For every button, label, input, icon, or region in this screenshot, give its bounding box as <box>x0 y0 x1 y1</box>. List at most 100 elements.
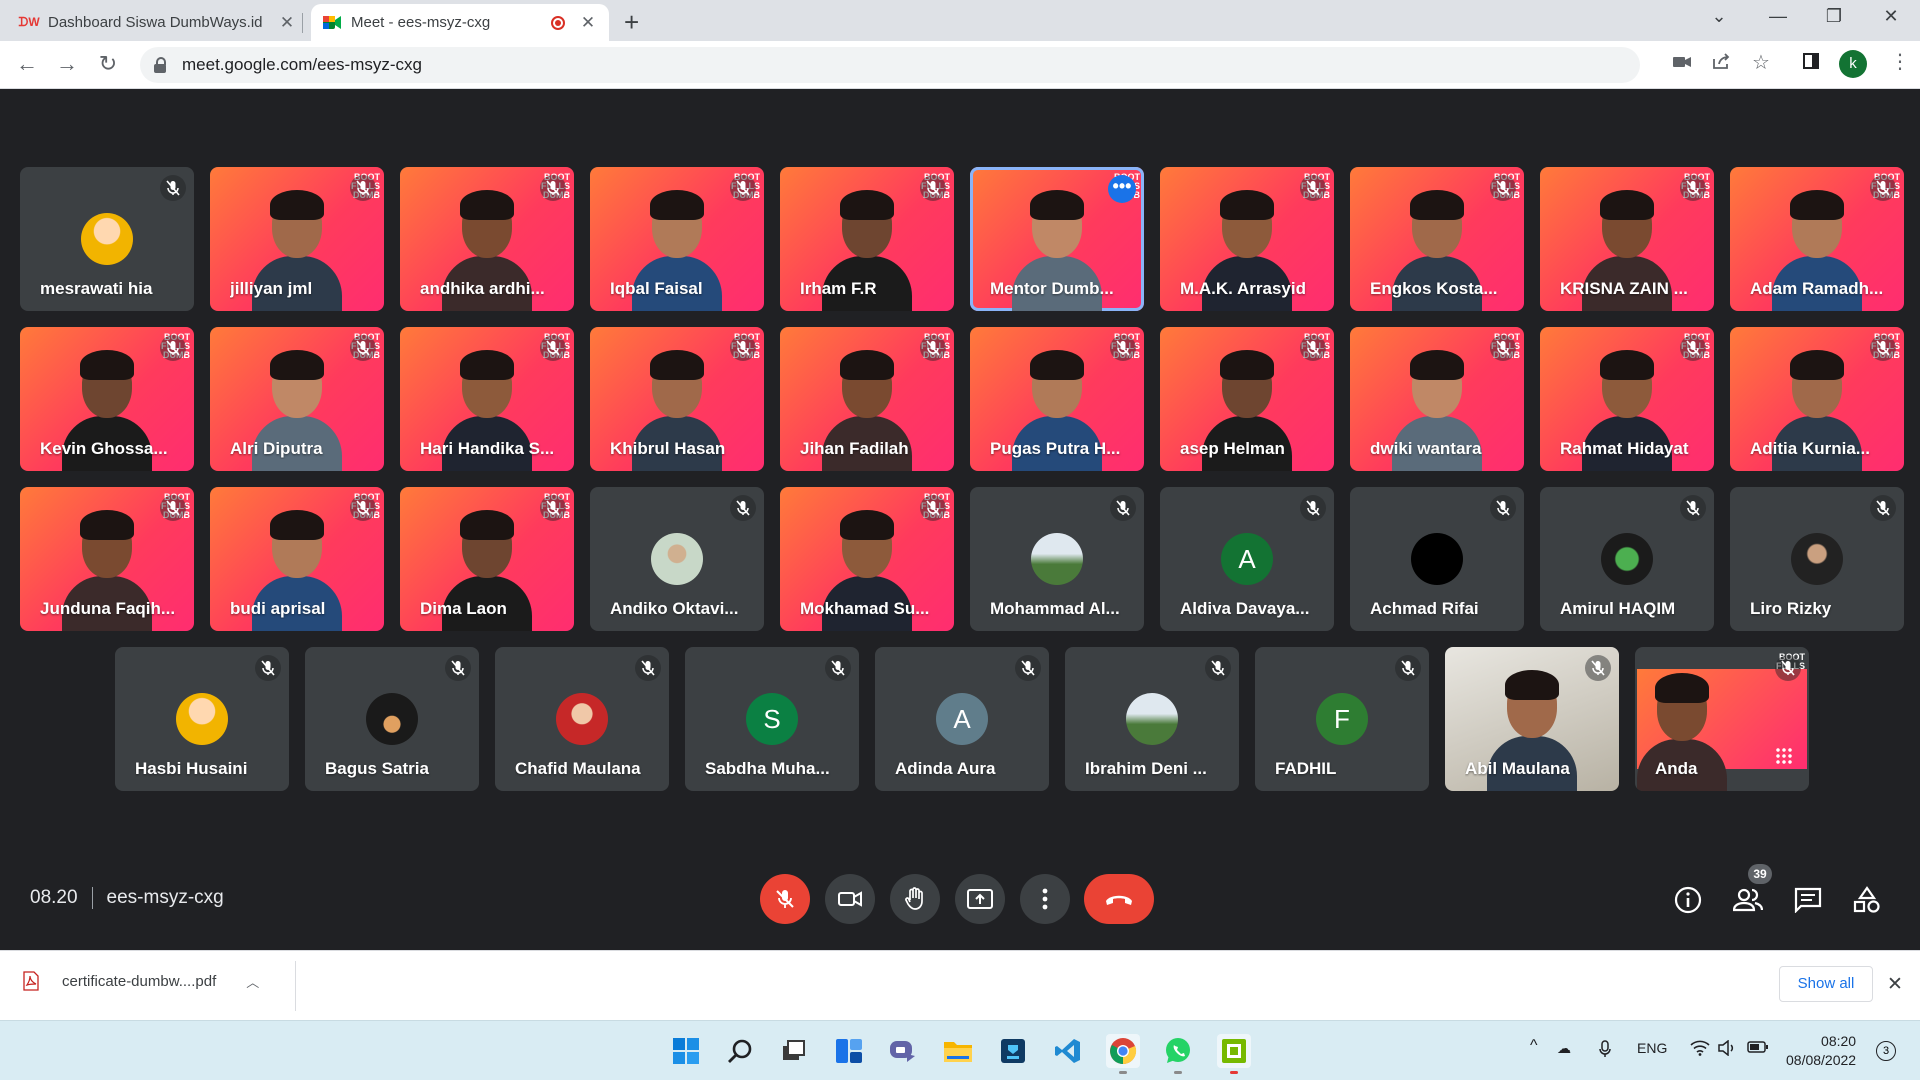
participant-tile[interactable]: BOOTFULLSDUMBandhika ardhi... <box>400 167 574 311</box>
tab-search-icon[interactable]: ⌄ <box>1699 6 1739 27</box>
more-options-button[interactable] <box>1020 874 1070 924</box>
more-options-icon[interactable]: ••• <box>1108 175 1136 203</box>
language-indicator[interactable]: ENG <box>1637 1040 1667 1056</box>
window-close-button[interactable]: ✕ <box>1871 6 1911 27</box>
maximize-button[interactable]: ❐ <box>1814 6 1854 27</box>
chrome-icon[interactable] <box>1106 1034 1140 1074</box>
participant-tile[interactable]: BOOTFULLSDUMB•••Mentor Dumb... <box>970 167 1144 311</box>
vscode-icon[interactable] <box>1051 1034 1085 1068</box>
mic-muted-icon <box>920 175 946 201</box>
activities-button[interactable] <box>1851 884 1883 916</box>
participant-tile[interactable]: Bagus Satria <box>305 647 479 791</box>
microphone-icon[interactable] <box>1599 1040 1611 1061</box>
mic-muted-icon <box>1870 335 1896 361</box>
self-view-tile[interactable]: BOOTFULLSDUMBAnda <box>1635 647 1809 791</box>
participant-tile[interactable]: Hasbi Husaini <box>115 647 289 791</box>
participant-tile[interactable]: BOOTFULLSDUMBasep Helman <box>1160 327 1334 471</box>
show-all-button[interactable]: Show all <box>1779 966 1873 1002</box>
participant-tile[interactable]: Achmad Rifai <box>1350 487 1524 631</box>
camera-in-use-icon[interactable] <box>1673 53 1691 74</box>
search-icon[interactable] <box>723 1034 757 1068</box>
minimize-button[interactable]: — <box>1758 6 1798 27</box>
raise-hand-button[interactable] <box>890 874 940 924</box>
participant-tile[interactable]: BOOTFULLSDUMBIrham F.R <box>780 167 954 311</box>
onedrive-cloud-icon[interactable]: ☁ <box>1557 1040 1571 1057</box>
notification-badge[interactable]: 3 <box>1876 1041 1896 1061</box>
mic-muted-icon <box>635 655 661 681</box>
participant-tile[interactable]: BOOTFULLSDUMBjilliyan jml <box>210 167 384 311</box>
leave-call-button[interactable] <box>1084 874 1154 924</box>
participant-tile[interactable]: BOOTFULLSDUMBAlri Diputra <box>210 327 384 471</box>
participant-tile[interactable]: Abil Maulana <box>1445 647 1619 791</box>
whatsapp-icon[interactable] <box>1161 1034 1195 1074</box>
back-arrow-icon[interactable]: ← <box>12 51 42 77</box>
participant-tile[interactable]: BOOTFULLSDUMBMokhamad Su... <box>780 487 954 631</box>
participant-tile[interactable]: BOOTFULLSDUMBHari Handika S... <box>400 327 574 471</box>
task-view-icon[interactable] <box>777 1034 811 1068</box>
tab-dashboard[interactable]: ᗪW Dashboard Siswa DumbWays.id ✕ <box>8 4 308 41</box>
participant-tile[interactable]: A Aldiva Davaya... <box>1160 487 1334 631</box>
participant-tile[interactable]: BOOTFULLSDUMBRahmat Hidayat <box>1540 327 1714 471</box>
participant-tile[interactable]: BOOTFULLSDUMBJihan Fadilah <box>780 327 954 471</box>
participant-tile[interactable]: BOOTFULLSDUMBAdam Ramadh... <box>1730 167 1904 311</box>
widgets-icon[interactable] <box>832 1034 866 1068</box>
participant-tile[interactable]: Chafid Maulana <box>495 647 669 791</box>
participant-tile[interactable]: S Sabdha Muha... <box>685 647 859 791</box>
participant-tile[interactable]: Mohammad Al... <box>970 487 1144 631</box>
meeting-details-button[interactable] <box>1672 884 1704 916</box>
people-button[interactable] <box>1732 884 1764 916</box>
bookmark-star-icon[interactable]: ☆ <box>1752 50 1770 75</box>
wifi-icon[interactable] <box>1690 1040 1710 1059</box>
download-item[interactable]: certificate-dumbw....pdf ︿ <box>22 971 259 991</box>
chevron-up-icon[interactable]: ︿ <box>246 972 259 991</box>
file-explorer-icon[interactable] <box>941 1034 975 1068</box>
participant-name: Chafid Maulana <box>515 759 641 778</box>
participant-tile[interactable]: Liro Rizky <box>1730 487 1904 631</box>
participant-tile[interactable]: BOOTFULLSDUMBKevin Ghossa... <box>20 327 194 471</box>
close-icon[interactable]: ✕ <box>278 13 296 33</box>
participant-tile[interactable]: BOOTFULLSDUMBdwiki wantara <box>1350 327 1524 471</box>
participant-tile[interactable]: BOOTFULLSDUMBKhibrul Hasan <box>590 327 764 471</box>
mic-muted-icon <box>1110 495 1136 521</box>
reload-icon[interactable]: ↻ <box>93 51 123 77</box>
windows-start-icon[interactable] <box>669 1034 703 1068</box>
participant-tile[interactable]: BOOTFULLSDUMBJunduna Faqih... <box>20 487 194 631</box>
tab-meet[interactable]: Meet - ees-msyz-cxg ✕ <box>311 4 609 41</box>
menu-dots-icon[interactable]: ⋮ <box>1890 49 1910 74</box>
participant-tile[interactable]: BOOTFULLSDUMBIqbal Faisal <box>590 167 764 311</box>
participant-tile[interactable]: BOOTFULLSDUMBPugas Putra H... <box>970 327 1144 471</box>
store-app-icon[interactable] <box>996 1034 1030 1068</box>
chat-button[interactable] <box>1792 884 1824 916</box>
participant-name: KRISNA ZAIN ... <box>1560 279 1688 298</box>
participant-tile[interactable]: BOOTFULLSDUMBAditia Kurnia... <box>1730 327 1904 471</box>
participant-tile[interactable]: mesrawati hia <box>20 167 194 311</box>
profile-avatar[interactable]: k <box>1839 50 1867 78</box>
participant-tile[interactable]: Andiko Oktavi... <box>590 487 764 631</box>
present-button[interactable] <box>955 874 1005 924</box>
close-icon[interactable]: ✕ <box>579 13 597 33</box>
nvidia-app-icon[interactable] <box>1217 1034 1251 1074</box>
new-tab-button[interactable]: + <box>624 7 639 38</box>
close-icon[interactable]: ✕ <box>1887 973 1903 996</box>
participant-tile[interactable]: F FADHIL <box>1255 647 1429 791</box>
share-icon[interactable] <box>1712 53 1730 74</box>
battery-icon[interactable] <box>1747 1040 1769 1057</box>
forward-arrow-icon[interactable]: → <box>52 51 82 77</box>
participant-tile[interactable]: A Adinda Aura <box>875 647 1049 791</box>
participant-tile[interactable]: BOOTFULLSDUMBbudi aprisal <box>210 487 384 631</box>
chevron-up-icon[interactable]: ^ <box>1530 1037 1538 1055</box>
participant-tile[interactable]: BOOTFULLSDUMBM.A.K. Arrasyid <box>1160 167 1334 311</box>
side-panel-icon[interactable] <box>1803 53 1819 74</box>
participant-avatar <box>366 693 418 745</box>
participant-tile[interactable]: BOOTFULLSDUMBKRISNA ZAIN ... <box>1540 167 1714 311</box>
teams-chat-icon[interactable] <box>886 1034 920 1068</box>
mic-off-button[interactable] <box>760 874 810 924</box>
participant-tile[interactable]: Ibrahim Deni ... <box>1065 647 1239 791</box>
omnibox[interactable]: meet.google.com/ees-msyz-cxg <box>140 47 1640 83</box>
participant-tile[interactable]: Amirul HAQIM <box>1540 487 1714 631</box>
system-clock[interactable]: 08:20 08/08/2022 <box>1786 1032 1856 1070</box>
volume-icon[interactable] <box>1718 1039 1736 1059</box>
participant-tile[interactable]: BOOTFULLSDUMBDima Laon <box>400 487 574 631</box>
participant-tile[interactable]: BOOTFULLSDUMBEngkos Kosta... <box>1350 167 1524 311</box>
camera-button[interactable] <box>825 874 875 924</box>
